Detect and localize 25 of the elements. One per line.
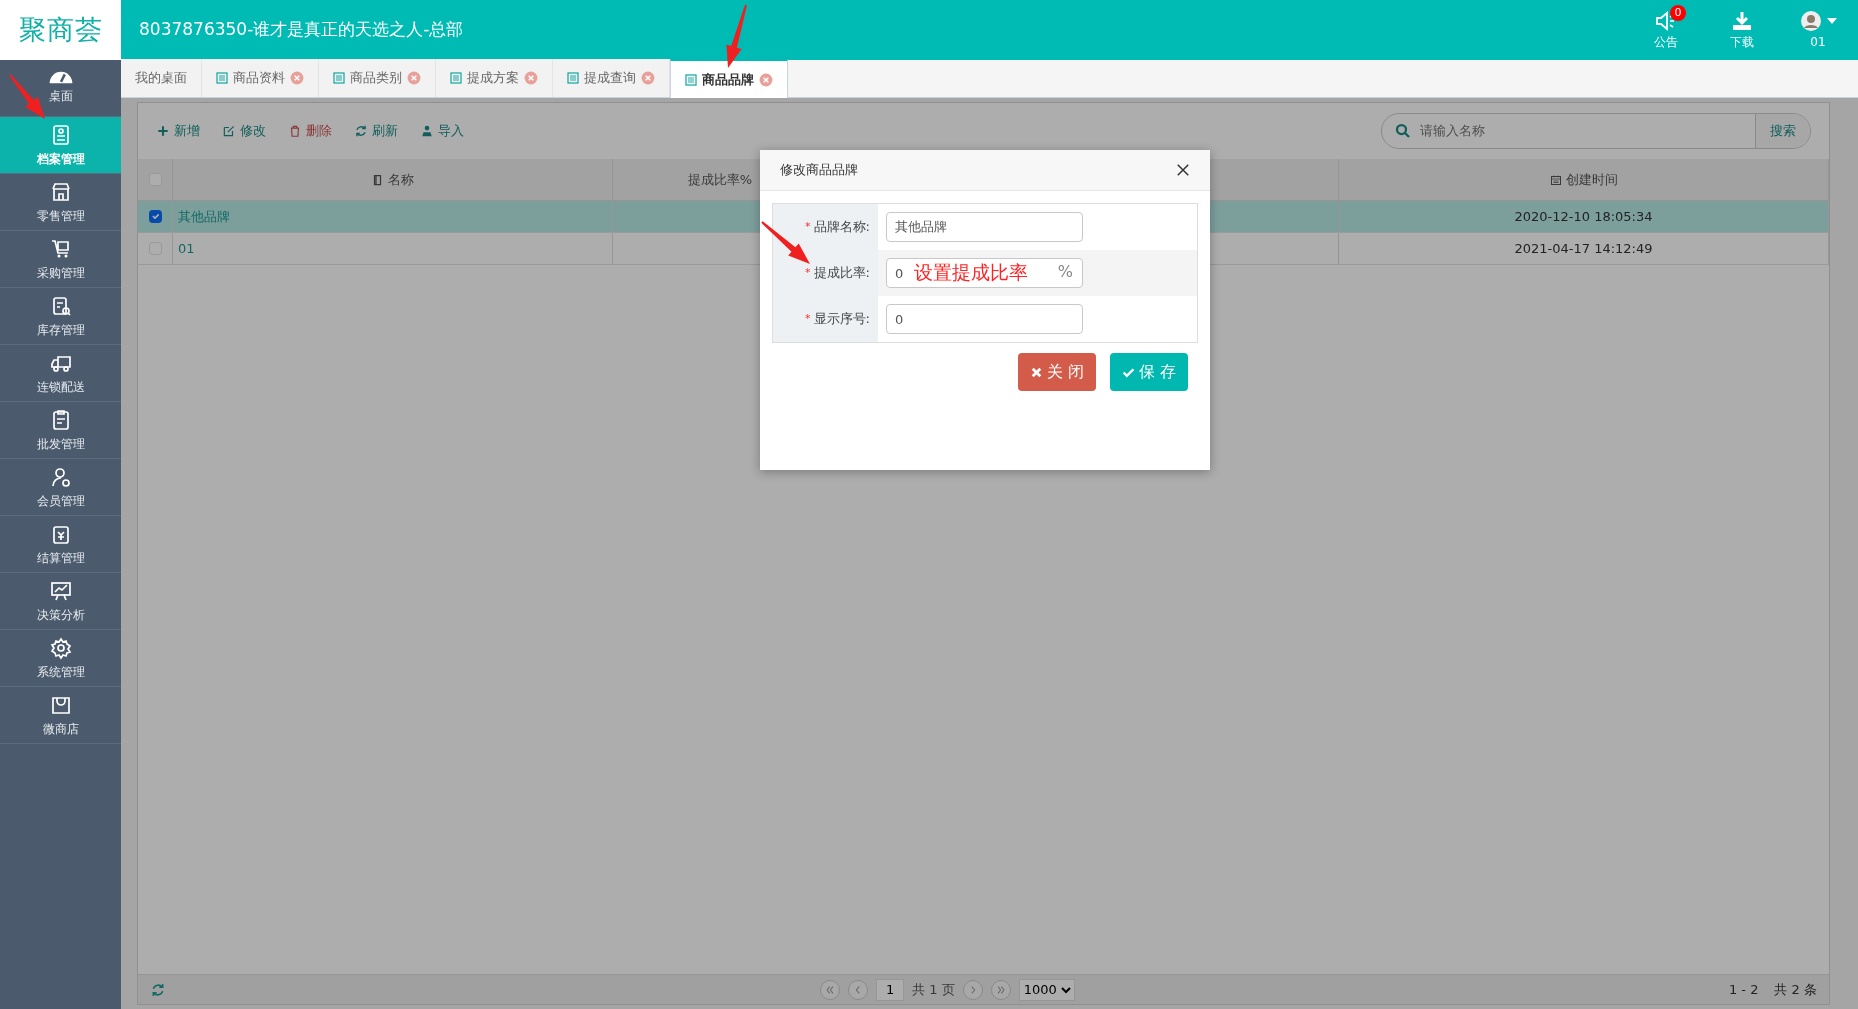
field-label: 提成比率: <box>813 264 870 283</box>
table-cell-text: 2020-12-10 18:05:34 <box>1514 207 1653 226</box>
action-label: 公告 <box>1654 34 1678 51</box>
column-header: 名称 <box>387 170 414 189</box>
page-count: 共 1 页 <box>912 980 955 999</box>
field-label: 品牌名称: <box>813 218 870 237</box>
action-label: 01 <box>1810 34 1826 51</box>
dialog-title: 修改商品品牌 <box>780 161 858 180</box>
required-mark: * <box>805 264 811 281</box>
annotation-text: 设置提成比率 <box>914 260 1028 284</box>
unit-label: % <box>1057 262 1073 282</box>
required-mark: * <box>805 310 811 327</box>
table-cell-text: 其他品牌 <box>178 207 230 226</box>
table-cell-text: 2021-04-17 14:12:49 <box>1514 239 1653 258</box>
record-range: 1 - 2 <box>1728 980 1759 999</box>
app-title: 8037876350-谁才是真正的天选之人-总部 <box>139 18 464 42</box>
action-label: 下载 <box>1730 34 1754 51</box>
field-label: 显示序号: <box>813 310 870 329</box>
required-mark: * <box>805 218 811 235</box>
column-header: 创建时间 <box>1565 170 1618 189</box>
table-cell-text: 01 <box>178 239 195 258</box>
column-header: 提成比率% <box>687 170 753 189</box>
record-count: 共 2 条 <box>1774 980 1817 999</box>
notification-count: 0 <box>1670 5 1686 21</box>
logo: 聚商荟 <box>18 12 103 47</box>
